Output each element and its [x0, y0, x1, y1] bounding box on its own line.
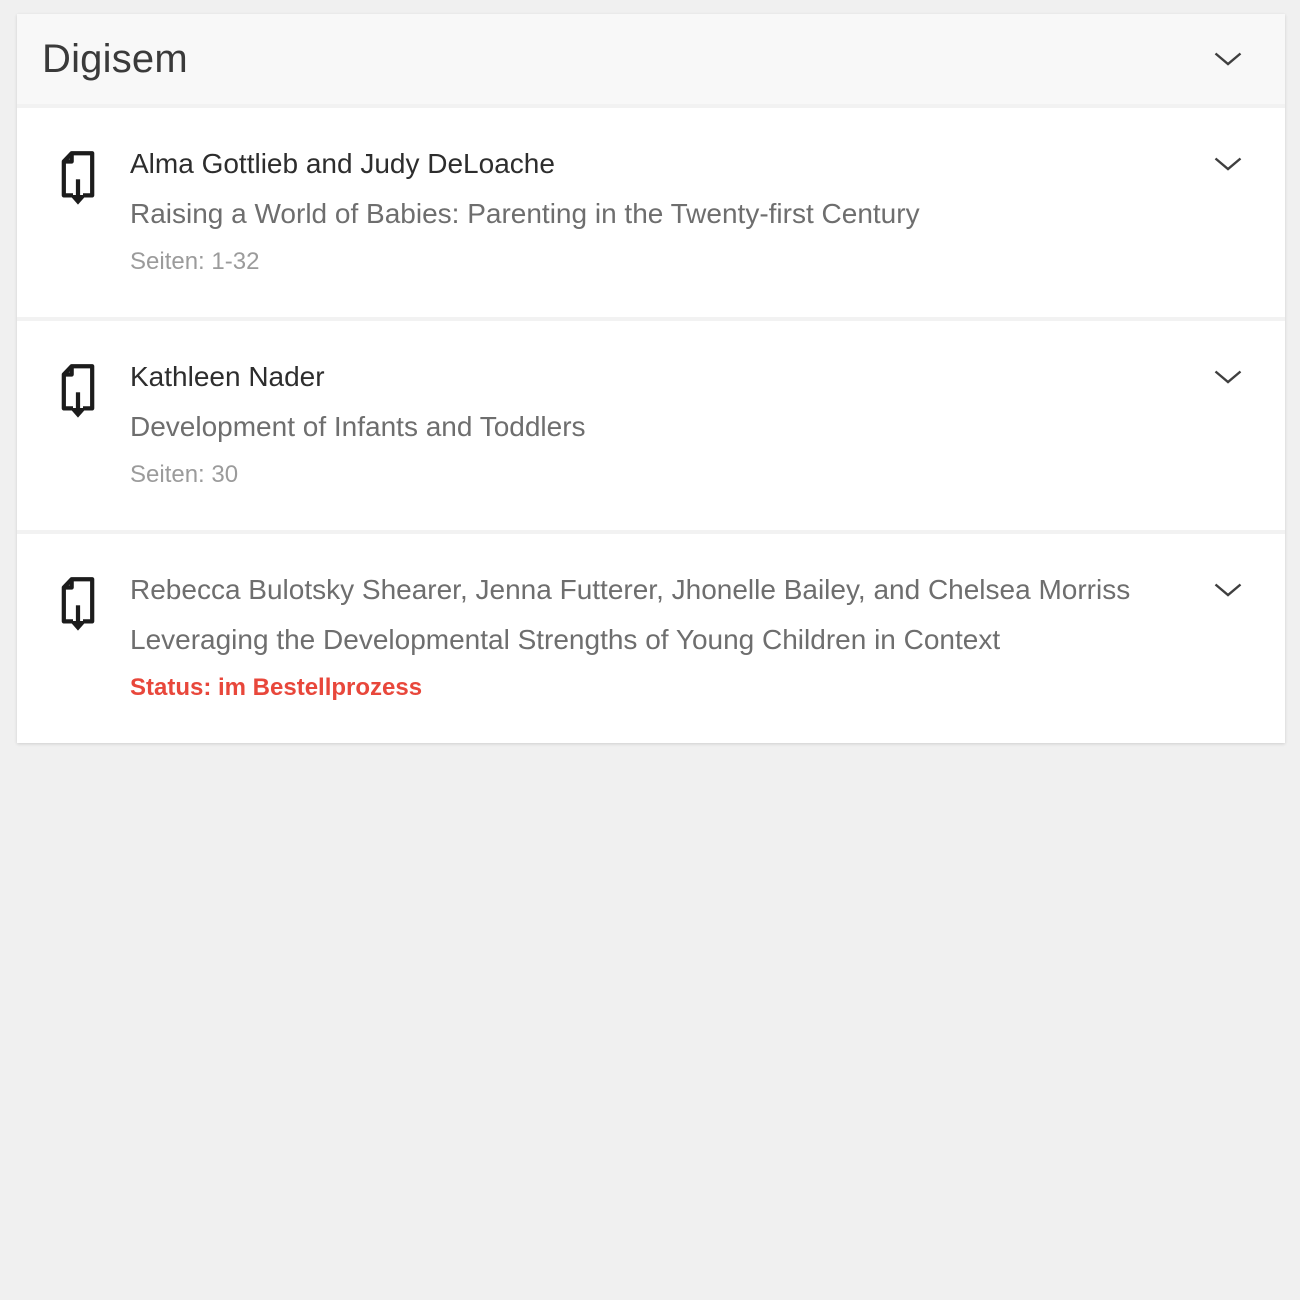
- row-content: Alma Gottlieb and Judy DeLoache Raising …: [130, 146, 1189, 277]
- pages-text: Seiten: 1-32: [130, 246, 1189, 277]
- title-text: Raising a World of Babies: Parenting in …: [130, 196, 1189, 232]
- row-content: Kathleen Nader Development of Infants an…: [130, 359, 1189, 490]
- document-download-icon: [55, 148, 101, 206]
- row-chevron-column: [1213, 572, 1243, 598]
- chevron-down-icon[interactable]: [1213, 369, 1243, 385]
- authors-text: Rebecca Bulotsky Shearer, Jenna Futterer…: [130, 572, 1189, 608]
- row-content: Rebecca Bulotsky Shearer, Jenna Futterer…: [130, 572, 1189, 703]
- row-chevron-column: [1213, 359, 1243, 385]
- row-icon-column: [55, 572, 130, 632]
- document-row[interactable]: Alma Gottlieb and Judy DeLoache Raising …: [17, 104, 1285, 317]
- row-chevron-column: [1213, 146, 1243, 172]
- document-row[interactable]: Rebecca Bulotsky Shearer, Jenna Futterer…: [17, 530, 1285, 743]
- authors-text: Kathleen Nader: [130, 359, 1189, 395]
- status-badge: Status: im Bestellprozess: [130, 672, 1189, 703]
- panel-title: Digisem: [42, 37, 1213, 82]
- chevron-down-icon[interactable]: [1213, 582, 1243, 598]
- title-text: Development of Infants and Toddlers: [130, 409, 1189, 445]
- chevron-down-icon[interactable]: [1213, 156, 1243, 172]
- chevron-down-icon[interactable]: [1213, 51, 1243, 67]
- pages-text: Seiten: 30: [130, 459, 1189, 490]
- authors-text: Alma Gottlieb and Judy DeLoache: [130, 146, 1189, 182]
- document-download-icon: [55, 361, 101, 419]
- panel-header[interactable]: Digisem: [17, 14, 1285, 104]
- row-icon-column: [55, 359, 130, 419]
- document-row[interactable]: Kathleen Nader Development of Infants an…: [17, 317, 1285, 530]
- document-download-icon: [55, 574, 101, 632]
- title-text: Leveraging the Developmental Strengths o…: [130, 622, 1189, 658]
- row-icon-column: [55, 146, 130, 206]
- digisem-panel: Digisem Alma Gottlieb and Judy DeLoache …: [17, 14, 1285, 743]
